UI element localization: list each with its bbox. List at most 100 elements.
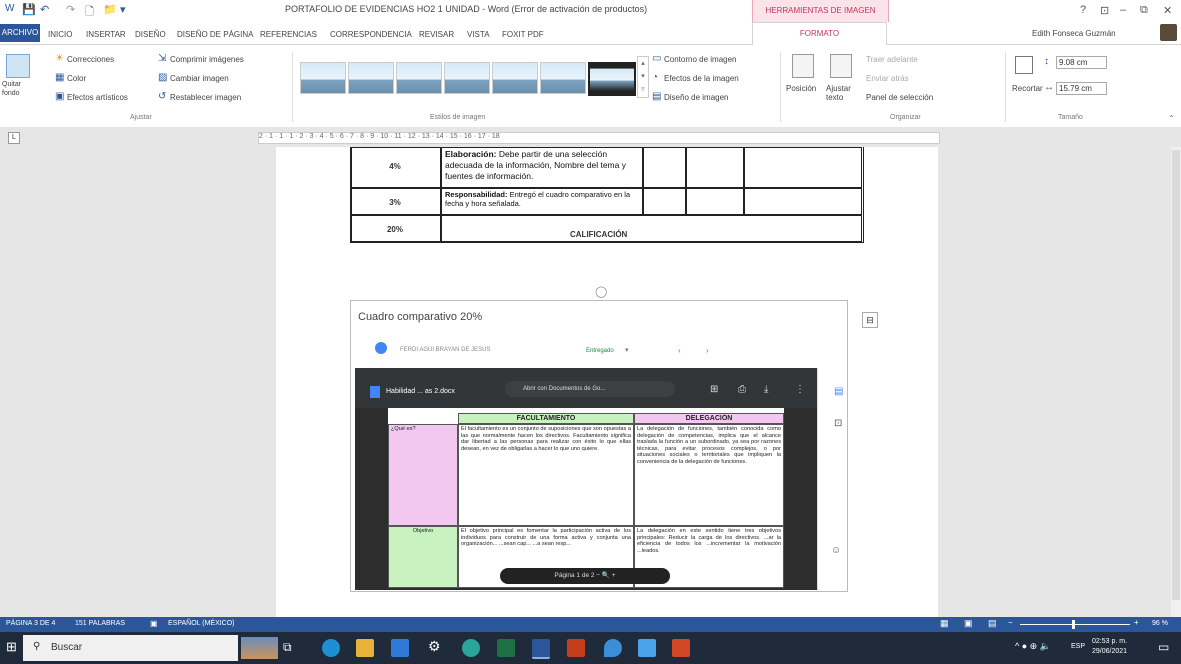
reset-image-button[interactable]: Restablecer imagen bbox=[170, 93, 241, 102]
table-cell: La delegación de funciones, también cono… bbox=[634, 424, 784, 526]
ribbon-display-icon[interactable]: ⊡ bbox=[1100, 4, 1109, 17]
horizontal-ruler[interactable]: 2 · 1 · 1 · 1 · 2 · 3 · 4 · 5 · 6 · 7 · … bbox=[258, 132, 940, 144]
tab-insertar[interactable]: INSERTAR bbox=[86, 30, 126, 39]
file-explorer-icon[interactable] bbox=[356, 639, 374, 657]
word-count[interactable]: 151 PALABRAS bbox=[75, 620, 125, 627]
rubric-empty-cell bbox=[744, 188, 862, 215]
page-count[interactable]: PÁGINA 3 DE 4 bbox=[6, 620, 55, 627]
close-button[interactable]: ✕ bbox=[1163, 4, 1172, 17]
remove-background-button[interactable]: Quitar fondo bbox=[2, 80, 32, 98]
image-style-thumbnail[interactable] bbox=[492, 62, 538, 94]
start-icon[interactable]: ⊞ bbox=[6, 639, 17, 655]
word-icon[interactable] bbox=[532, 639, 550, 659]
corrections-button[interactable]: Correcciones bbox=[67, 55, 114, 64]
tab-formato[interactable]: FORMATO bbox=[752, 22, 887, 45]
zoom-in-icon[interactable]: + bbox=[1134, 618, 1139, 627]
notifications-icon[interactable]: ▭ bbox=[1158, 640, 1169, 654]
group-label-tamano: Tamaño bbox=[1058, 114, 1083, 121]
bring-forward-button[interactable]: Traer adelante bbox=[866, 55, 918, 64]
picture-layout-button[interactable]: Diseño de imagen bbox=[664, 93, 728, 102]
redo-icon[interactable]: ↷ bbox=[66, 3, 75, 17]
settings-icon[interactable]: ⚙ bbox=[428, 638, 441, 655]
avatar bbox=[375, 342, 387, 354]
read-mode-icon[interactable]: ▦ bbox=[940, 618, 949, 629]
picture-layout-icon: ▤ bbox=[652, 91, 662, 102]
crop-button[interactable]: Recortar bbox=[1012, 84, 1043, 93]
image-style-thumbnail[interactable] bbox=[348, 62, 394, 94]
excel-icon[interactable] bbox=[497, 639, 515, 657]
picture-effects-button[interactable]: Efectos de la imagen bbox=[664, 74, 739, 83]
store-icon[interactable] bbox=[391, 639, 409, 657]
zoom-level[interactable]: 96 % bbox=[1152, 620, 1168, 627]
drop-icon[interactable] bbox=[604, 639, 622, 657]
layout-options-icon[interactable]: ⊟ bbox=[862, 312, 878, 328]
proofing-icon[interactable]: ▣ bbox=[150, 619, 158, 628]
zoom-slider-thumb[interactable] bbox=[1072, 620, 1075, 629]
print-layout-icon[interactable]: ▣ bbox=[964, 618, 973, 629]
wrap-text-button[interactable]: Ajustar texto bbox=[826, 84, 856, 102]
row-label: Objetivo bbox=[388, 526, 458, 588]
rubric-criterion-title: Responsabilidad: bbox=[445, 190, 508, 199]
height-field[interactable]: 9.08 cm bbox=[1056, 56, 1107, 69]
input-language[interactable]: ESP bbox=[1071, 643, 1085, 650]
picture-border-button[interactable]: Contorno de imagen bbox=[664, 55, 737, 64]
image-style-thumbnail[interactable] bbox=[540, 62, 586, 94]
rubric-empty-cell bbox=[744, 147, 862, 188]
tab-correspondencia[interactable]: CORRESPONDENCIA bbox=[330, 30, 412, 39]
tab-revisar[interactable]: REVISAR bbox=[419, 30, 454, 39]
task-view-icon[interactable]: ⧉ bbox=[283, 640, 292, 655]
collapse-ribbon-icon[interactable]: ⌃ bbox=[1168, 114, 1175, 123]
image-style-thumbnail[interactable] bbox=[444, 62, 490, 94]
tab-archivo[interactable]: ARCHIVO bbox=[0, 24, 40, 42]
image-style-thumbnail[interactable] bbox=[588, 62, 636, 96]
powerpoint-icon[interactable] bbox=[672, 639, 690, 657]
image-style-thumbnail[interactable] bbox=[300, 62, 346, 94]
edge-icon[interactable] bbox=[322, 639, 340, 657]
clock[interactable]: 02:53 p. m. 29/06/2021 bbox=[1092, 637, 1127, 657]
change-image-button[interactable]: Cambiar imagen bbox=[170, 74, 229, 83]
artistic-effects-button[interactable]: Efectos artísticos bbox=[67, 93, 128, 102]
undo-icon[interactable]: ↶ bbox=[40, 3, 49, 17]
styles-gallery-scroll[interactable]: ▴ ▾ ▿ bbox=[637, 56, 649, 98]
restore-button[interactable]: ⧉ bbox=[1140, 4, 1148, 17]
language[interactable]: ESPAÑOL (MÉXICO) bbox=[168, 620, 235, 627]
color-button[interactable]: Color bbox=[67, 74, 86, 83]
tab-diseno[interactable]: DISEÑO bbox=[135, 30, 166, 39]
tray-icons[interactable]: ^ ● ⊕ 🔈 bbox=[1015, 641, 1051, 652]
zoom-slider[interactable] bbox=[1020, 624, 1130, 625]
tab-diseno-pagina[interactable]: DISEÑO DE PÁGINA bbox=[177, 30, 253, 39]
photos-icon[interactable] bbox=[638, 639, 656, 657]
tab-foxit-pdf[interactable]: FOXIT PDF bbox=[502, 30, 544, 39]
customize-toolbar-icon[interactable]: ▾ bbox=[120, 3, 126, 17]
remove-background-icon[interactable] bbox=[6, 54, 30, 78]
zoom-out-icon[interactable]: − bbox=[1008, 618, 1013, 627]
open-folder-icon[interactable]: 📁 bbox=[103, 3, 117, 17]
image-style-thumbnail[interactable] bbox=[396, 62, 442, 94]
scrollbar-thumb[interactable] bbox=[1172, 150, 1180, 600]
tab-referencias[interactable]: REFERENCIAS bbox=[260, 30, 317, 39]
table-cell: El facultamiento es un conjunto de supos… bbox=[458, 424, 634, 526]
artistic-effects-icon: ▣ bbox=[55, 91, 65, 102]
tab-selector-icon[interactable]: L bbox=[8, 132, 20, 144]
compress-images-button[interactable]: Comprimir imágenes bbox=[170, 55, 244, 64]
help-icon[interactable]: ? bbox=[1080, 4, 1086, 16]
width-field[interactable]: 15.79 cm bbox=[1056, 82, 1107, 95]
avatar[interactable] bbox=[1160, 24, 1177, 41]
new-document-icon[interactable]: 🗋 bbox=[85, 3, 94, 18]
rotate-handle-icon[interactable]: ◯ bbox=[595, 285, 607, 298]
change-image-icon: ▨ bbox=[158, 72, 168, 83]
browser-icon[interactable] bbox=[462, 639, 480, 657]
rubric-empty-cell bbox=[686, 188, 744, 215]
position-button[interactable]: Posición bbox=[786, 84, 816, 93]
selection-pane-button[interactable]: Panel de selección bbox=[866, 93, 933, 102]
user-name[interactable]: Edith Fonseca Guzmán bbox=[1032, 29, 1116, 38]
send-backward-button[interactable]: Enviar atrás bbox=[866, 74, 909, 83]
search-input[interactable]: Buscar bbox=[23, 635, 238, 661]
web-layout-icon[interactable]: ▤ bbox=[988, 618, 997, 629]
app-icon[interactable] bbox=[567, 639, 585, 657]
tab-inicio[interactable]: INICIO bbox=[48, 30, 72, 39]
tab-vista[interactable]: VISTA bbox=[467, 30, 490, 39]
search-highlight-image bbox=[241, 637, 278, 659]
save-icon[interactable]: 💾 bbox=[22, 3, 36, 17]
minimize-button[interactable]: – bbox=[1120, 4, 1126, 16]
